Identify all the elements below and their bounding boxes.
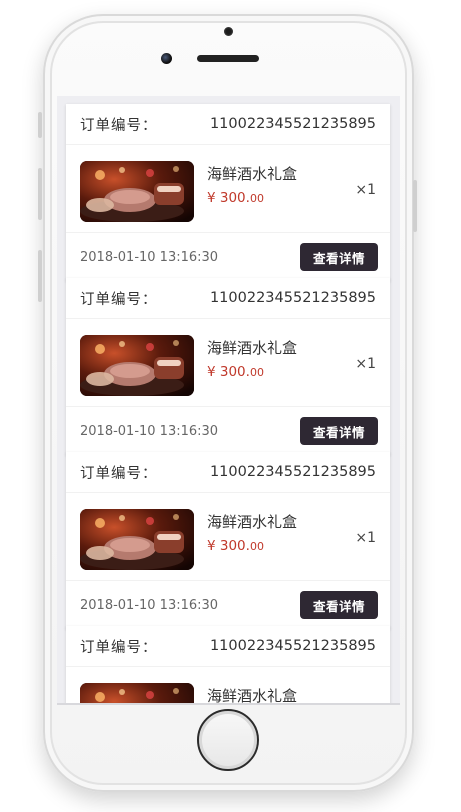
price-cents: 00 xyxy=(249,192,264,205)
volume-up-button xyxy=(38,168,42,220)
order-date: 2018-01-10 13:16:30 xyxy=(80,597,219,613)
order-footer: 2018-01-10 13:16:30 查看详情 xyxy=(66,581,390,629)
order-header: 订单编号： 110022345521235895 xyxy=(66,452,390,493)
product-quantity: ×1 xyxy=(355,530,376,546)
order-card: 订单编号： 110022345521235895 xyxy=(66,278,390,455)
order-card: 订单编号： 110022345521235895 xyxy=(66,452,390,629)
power-button xyxy=(413,180,417,232)
product-name: 海鲜酒水礼盒 xyxy=(207,687,298,704)
price-main: ¥ 300. xyxy=(207,364,250,380)
order-number: 110022345521235895 xyxy=(209,116,376,132)
view-details-button[interactable]: 查看详情 xyxy=(300,591,378,619)
earpiece-speaker xyxy=(197,55,259,62)
order-number-label: 订单编号： xyxy=(80,117,158,134)
price-main: ¥ 300. xyxy=(207,190,250,206)
product-quantity: ×1 xyxy=(355,182,376,198)
order-footer: 2018-01-10 13:16:30 查看详情 xyxy=(66,233,390,281)
order-number: 110022345521235895 xyxy=(209,638,376,654)
product-image xyxy=(80,509,194,570)
order-card: 订单编号： 110022345521235895 xyxy=(66,626,390,704)
price-main: ¥ 300. xyxy=(207,538,250,554)
order-date: 2018-01-10 13:16:30 xyxy=(80,249,219,265)
order-header: 订单编号： 110022345521235895 xyxy=(66,278,390,319)
product-image xyxy=(80,335,194,396)
home-button[interactable] xyxy=(197,709,259,771)
screen-bottom-edge xyxy=(57,703,400,705)
order-number-label: 订单编号： xyxy=(80,291,158,308)
product-price: ¥ 300.00 xyxy=(207,190,264,206)
volume-down-button xyxy=(38,250,42,302)
proximity-sensor xyxy=(224,27,233,36)
product-price: ¥ 300.00 xyxy=(207,364,264,380)
price-cents: 00 xyxy=(249,540,264,553)
order-item[interactable]: 海鲜酒水礼盒 xyxy=(66,667,390,704)
mute-switch xyxy=(38,112,42,138)
order-card: 订单编号： 110022345521235895 xyxy=(66,104,390,281)
view-details-button[interactable]: 查看详情 xyxy=(300,417,378,445)
product-name: 海鲜酒水礼盒 xyxy=(207,165,298,183)
price-cents: 00 xyxy=(249,366,264,379)
product-image xyxy=(80,161,194,222)
order-item[interactable]: 海鲜酒水礼盒 ¥ 300.00 ×1 xyxy=(66,145,390,233)
product-quantity: ×1 xyxy=(355,356,376,372)
order-number-label: 订单编号： xyxy=(80,465,158,482)
front-camera xyxy=(161,53,172,64)
view-details-button[interactable]: 查看详情 xyxy=(300,243,378,271)
order-number-label: 订单编号： xyxy=(80,639,158,656)
order-item[interactable]: 海鲜酒水礼盒 ¥ 300.00 ×1 xyxy=(66,493,390,581)
order-header: 订单编号： 110022345521235895 xyxy=(66,626,390,667)
app-screen: 订单编号： 110022345521235895 海鲜酒水礼盒 ¥ 300.00… xyxy=(57,96,400,704)
order-footer: 2018-01-10 13:16:30 查看详情 xyxy=(66,407,390,455)
order-date: 2018-01-10 13:16:30 xyxy=(80,423,219,439)
order-item[interactable]: 海鲜酒水礼盒 ¥ 300.00 ×1 xyxy=(66,319,390,407)
product-name: 海鲜酒水礼盒 xyxy=(207,513,298,531)
product-name: 海鲜酒水礼盒 xyxy=(207,339,298,357)
product-price: ¥ 300.00 xyxy=(207,538,264,554)
product-image xyxy=(80,683,194,704)
order-number: 110022345521235895 xyxy=(209,464,376,480)
order-header: 订单编号： 110022345521235895 xyxy=(66,104,390,145)
order-number: 110022345521235895 xyxy=(209,290,376,306)
